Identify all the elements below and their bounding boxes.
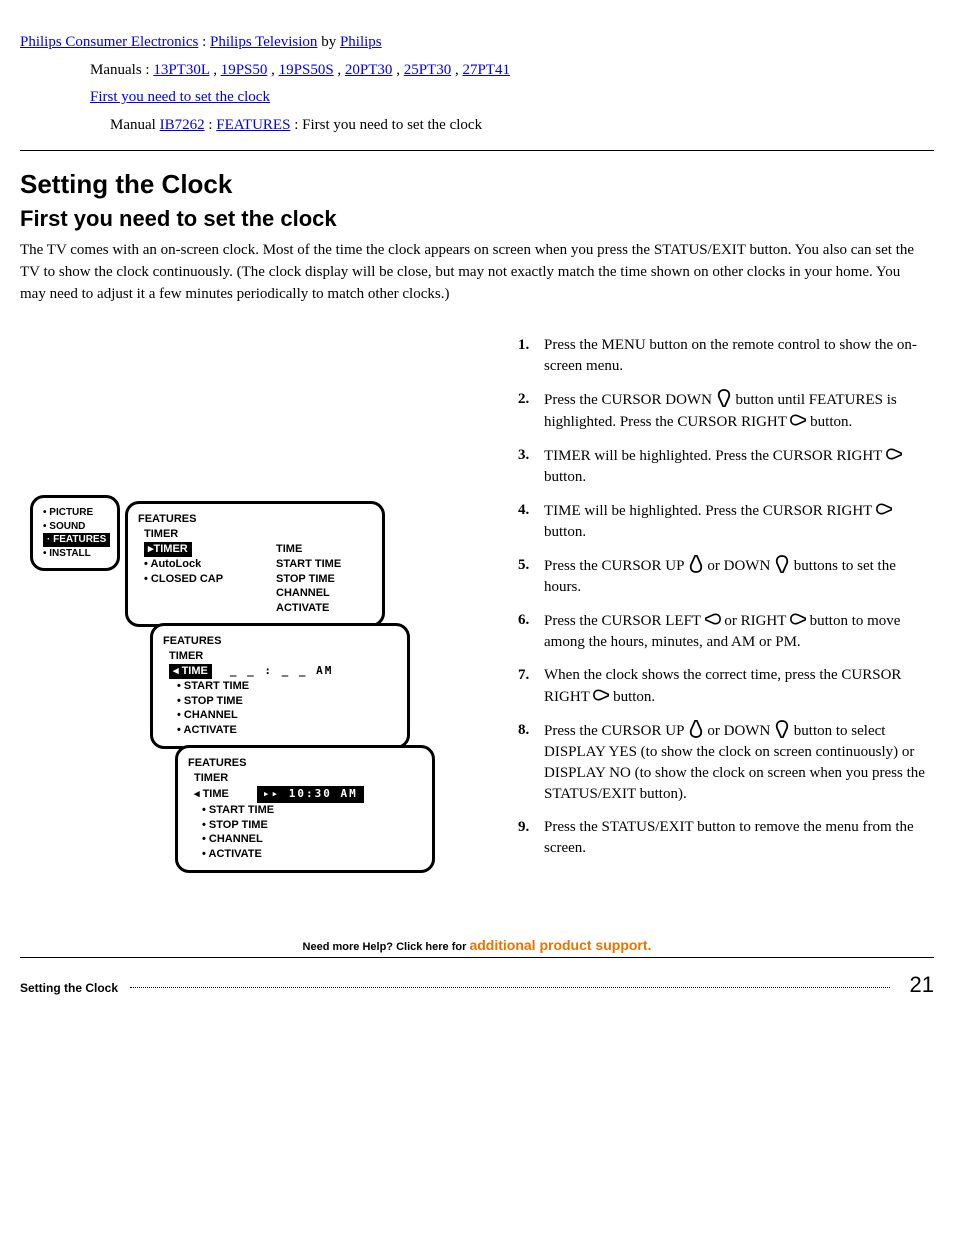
cursor-up-icon	[688, 720, 704, 738]
osd2-sub: TIMER	[138, 527, 372, 542]
osd4-time-value: ▸▸ 10:30 AM	[257, 786, 364, 803]
cursor-down-icon	[774, 555, 790, 573]
osd-illustration: PICTURE SOUND · FEATURES INSTALL FEATURE…	[20, 495, 490, 915]
osd3-start: START TIME	[163, 679, 397, 694]
osd3-stop: STOP TIME	[163, 694, 397, 709]
osd4-start: START TIME	[188, 803, 422, 818]
osd1-features: · FEATURES	[43, 533, 110, 547]
step-1: 1. Press the MENU button on the remote c…	[518, 335, 934, 377]
osd4-sub: TIMER	[188, 771, 422, 786]
crumb-model-1[interactable]: 13PT30L	[153, 62, 209, 78]
crumb-model-5[interactable]: 25PT30	[404, 62, 452, 78]
osd2-autolock: AutoLock	[138, 557, 258, 572]
osd2-cc: CLOSED CAP	[138, 572, 258, 587]
osd3-blank-time: _ _ : _ _ AM	[230, 664, 333, 679]
osd2-timer: ▸TIMER	[144, 542, 192, 557]
osd-panel-4: FEATURES TIMER ◂ TIME ▸▸ 10:30 AM START …	[175, 745, 435, 873]
crumb-home[interactable]: Philips Consumer Electronics	[20, 34, 198, 50]
cursor-right-icon	[790, 610, 806, 628]
step-9: 9. Press the STATUS/EXIT button to remov…	[518, 817, 934, 859]
step-4: 4. TIME will be highlighted. Press the C…	[518, 500, 934, 543]
footer: Setting the Clock 21	[20, 972, 934, 998]
intro-paragraph: The TV comes with an on-screen clock. Mo…	[20, 240, 920, 305]
osd-panel-1: PICTURE SOUND · FEATURES INSTALL	[30, 495, 120, 571]
crumb-manuals-label: Manuals :	[90, 62, 153, 78]
crumb-division[interactable]: Philips Television	[210, 34, 317, 50]
osd4-time-label: ◂ TIME	[194, 787, 229, 802]
osd-panel-2: FEATURES TIMER ▸TIMER AutoLock CLOSED CA…	[125, 501, 385, 627]
divider-top	[20, 150, 934, 151]
cursor-right-icon	[886, 445, 902, 463]
cursor-up-icon	[688, 555, 704, 573]
osd4-title: FEATURES	[188, 756, 422, 771]
osd3-title: FEATURES	[163, 634, 397, 649]
cursor-down-icon	[716, 389, 732, 407]
footer-title: Setting the Clock	[20, 981, 118, 995]
divider-bottom	[20, 957, 934, 958]
step-5: 5. Press the CURSOR UP or DOWN buttons t…	[518, 555, 934, 598]
crumb-model-2[interactable]: 19PS50	[221, 62, 268, 78]
cursor-left-icon	[705, 610, 721, 628]
crumb-manual-number[interactable]: IB7262	[160, 117, 205, 133]
osd3-sub: TIMER	[163, 649, 397, 664]
cursor-right-icon	[593, 686, 609, 704]
osd1-install: INSTALL	[43, 547, 107, 561]
cursor-right-icon	[790, 411, 806, 429]
crumb-model-4[interactable]: 20PT30	[345, 62, 393, 78]
step-8: 8. Press the CURSOR UP or DOWN button to…	[518, 720, 934, 805]
breadcrumb: Philips Consumer Electronics : Philips T…	[20, 30, 934, 138]
step-7: 7. When the clock shows the correct time…	[518, 665, 934, 708]
step-2: 2. Press the CURSOR DOWN button until FE…	[518, 389, 934, 433]
osd2-activate: ACTIVATE	[276, 601, 341, 616]
step-3: 3. TIMER will be highlighted. Press the …	[518, 445, 934, 488]
osd2-title: FEATURES	[138, 512, 372, 527]
osd3-channel: CHANNEL	[163, 708, 397, 723]
footer-page: 21	[902, 972, 934, 998]
support-link[interactable]: additional product support.	[469, 937, 651, 953]
osd2-time: TIME	[276, 542, 341, 557]
crumb-tail: : First you need to set the clock	[294, 117, 482, 133]
cursor-right-icon	[876, 500, 892, 518]
osd1-picture: PICTURE	[43, 506, 107, 520]
footer-dots	[130, 987, 890, 988]
osd-panel-3: FEATURES TIMER ◂ TIME _ _ : _ _ AM START…	[150, 623, 410, 749]
osd2-channel: CHANNEL	[276, 586, 341, 601]
crumb-manual-label: Manual	[110, 117, 160, 133]
osd4-channel: CHANNEL	[188, 832, 422, 847]
osd2-stop: STOP TIME	[276, 572, 341, 587]
osd3-time: ◂ TIME	[169, 664, 212, 679]
osd3-activate: ACTIVATE	[163, 723, 397, 738]
crumb-sep: :	[202, 34, 210, 50]
osd2-start: START TIME	[276, 557, 341, 572]
crumb-section[interactable]: FEATURES	[216, 117, 290, 133]
crumb-topic[interactable]: First you need to set the clock	[90, 89, 270, 105]
step-6: 6. Press the CURSOR LEFT or RIGHT button…	[518, 610, 934, 653]
osd4-activate: ACTIVATE	[188, 847, 422, 862]
page-subtitle: First you need to set the clock	[20, 206, 934, 232]
cursor-down-icon	[774, 720, 790, 738]
support-line: Need more Help? Click here for additiona…	[20, 937, 934, 953]
osd4-stop: STOP TIME	[188, 818, 422, 833]
osd1-sound: SOUND	[43, 520, 107, 534]
crumb-model-6[interactable]: 27PT41	[462, 62, 510, 78]
page-title: Setting the Clock	[20, 169, 934, 200]
crumb-brand[interactable]: Philips	[340, 34, 382, 50]
crumb-model-3[interactable]: 19PS50S	[279, 62, 334, 78]
steps-list: 1. Press the MENU button on the remote c…	[518, 335, 934, 915]
crumb-by: by	[321, 34, 340, 50]
